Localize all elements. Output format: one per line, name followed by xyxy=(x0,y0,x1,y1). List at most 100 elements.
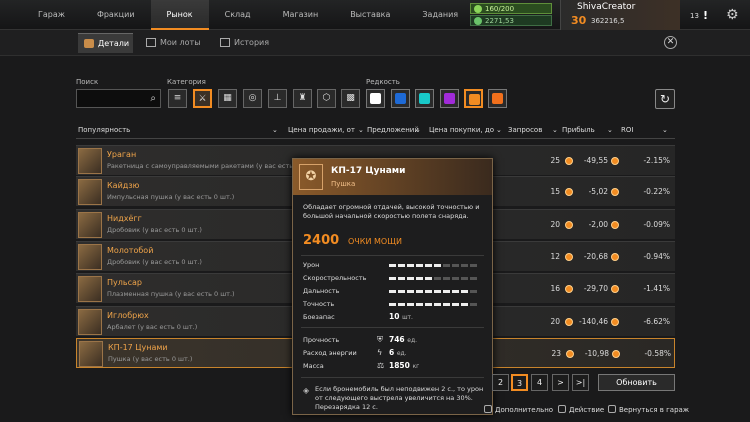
category-decor[interactable]: ♜ xyxy=(293,89,312,108)
sort-profit-icon[interactable]: ⌄ xyxy=(607,126,613,134)
coin-icon xyxy=(474,17,482,25)
item-roi: -2.15% xyxy=(643,156,670,165)
stat-segment xyxy=(434,303,441,306)
stat-segment xyxy=(398,264,405,267)
sort-popularity-icon[interactable]: ⌄ xyxy=(272,126,278,134)
category-modules[interactable]: ⊥ xyxy=(268,89,287,108)
nav-market[interactable]: Рынок xyxy=(150,0,209,30)
category-all[interactable]: ≡ xyxy=(168,89,187,108)
update-button[interactable]: Обновить xyxy=(598,374,675,391)
stat-segment xyxy=(398,290,405,293)
fuel-icon xyxy=(474,5,482,13)
stat-segment xyxy=(416,290,423,293)
tab-details[interactable]: Детали xyxy=(78,33,133,53)
nav-storage[interactable]: Склад xyxy=(209,0,267,30)
footer-more[interactable]: Дополнительно xyxy=(484,405,553,414)
rarity-epic[interactable] xyxy=(440,89,459,108)
col-sell-price[interactable]: Цена продажи, от xyxy=(288,126,355,134)
search-icon[interactable]: ⌕ xyxy=(150,93,156,104)
stat-segment xyxy=(389,277,396,280)
stat-range-label: Дальность xyxy=(303,287,340,295)
item-thumbnail xyxy=(78,179,102,205)
page-button-current[interactable]: 3 xyxy=(511,374,528,391)
power-label: ОЧКИ МОЩИ xyxy=(348,237,402,246)
stat-firerate-bar xyxy=(389,277,477,281)
category-cabins[interactable]: ▦ xyxy=(218,89,237,108)
stat-segment xyxy=(425,290,432,293)
item-profit: -2,00 xyxy=(588,220,608,229)
item-desc: Ракетница с самоуправляемыми ракетами (у… xyxy=(107,162,316,170)
sort-roi-icon[interactable]: ⌄ xyxy=(662,126,668,134)
rarity-swatch-epic xyxy=(444,93,455,104)
item-roi: -6.62% xyxy=(643,317,670,326)
gear-icon[interactable]: ⚙ xyxy=(726,7,739,23)
nav-shop[interactable]: Магазин xyxy=(267,0,335,30)
col-buy-price[interactable]: Цена покупки, до xyxy=(429,126,494,134)
nav-factions[interactable]: Фракции xyxy=(81,0,151,30)
item-requests: 25 xyxy=(550,156,560,165)
item-name: Нидхёгг xyxy=(107,214,142,223)
col-profit[interactable]: Прибыль xyxy=(562,126,595,134)
col-requests[interactable]: Запросов xyxy=(508,126,542,134)
rarity-legendary[interactable] xyxy=(464,89,483,108)
coin-icon xyxy=(612,350,620,358)
item-thumbnail xyxy=(79,341,103,367)
stat-segment xyxy=(398,303,405,306)
item-profit: -10,98 xyxy=(584,349,609,358)
category-weapons[interactable]: ⚔ xyxy=(193,89,212,108)
nav-garage[interactable]: Гараж xyxy=(22,0,81,30)
nav-exhibition[interactable]: Выставка xyxy=(334,0,406,30)
col-roi[interactable]: ROI xyxy=(621,126,633,134)
stat-segment xyxy=(461,303,468,306)
player-level: 30 xyxy=(571,14,587,27)
next-page-button[interactable]: > xyxy=(552,374,569,391)
stat-damage-label: Урон xyxy=(303,261,320,269)
col-popularity[interactable]: Популярность xyxy=(78,126,130,134)
tab-my-lots[interactable]: Мои лоты xyxy=(140,33,220,53)
col-offers[interactable]: Предложений xyxy=(367,126,419,134)
footer-action[interactable]: Действие xyxy=(558,405,604,414)
sort-buy-icon[interactable]: ⌄ xyxy=(496,126,502,134)
page-button[interactable]: 2 xyxy=(492,374,509,391)
footer-back[interactable]: Вернуться в гараж xyxy=(608,405,689,414)
history-icon xyxy=(220,38,230,47)
stat-segment xyxy=(389,264,396,267)
category-structure[interactable]: ⬡ xyxy=(317,89,336,108)
footer-back-label: Вернуться в гараж xyxy=(619,406,690,414)
alert-icon[interactable]: ! xyxy=(703,9,710,23)
search-input[interactable]: ⌕ xyxy=(76,89,161,108)
sort-offers-icon[interactable]: ⌄ xyxy=(415,126,421,134)
sort-requests-icon[interactable]: ⌄ xyxy=(552,126,558,134)
item-profit: -140,46 xyxy=(579,317,608,326)
category-other[interactable]: ▩ xyxy=(341,89,360,108)
rarity-common[interactable] xyxy=(366,89,385,108)
stat-segment xyxy=(425,303,432,306)
tooltip-subtitle: Пушка xyxy=(331,180,356,188)
page-button[interactable]: 4 xyxy=(531,374,548,391)
last-page-button[interactable]: >| xyxy=(572,374,589,391)
refresh-icon[interactable]: ↻ xyxy=(655,89,675,109)
rarity-relic[interactable] xyxy=(488,89,507,108)
item-desc: Плазменная пушка (у вас есть 0 шт.) xyxy=(107,290,235,298)
close-icon[interactable]: ✕ xyxy=(664,36,677,49)
tab-history[interactable]: История xyxy=(214,33,284,53)
player-xp: 362216,5 xyxy=(591,17,625,25)
rarity-rare[interactable] xyxy=(391,89,410,108)
perk-description: Если бронемобиль был неподвижен 2 с., то… xyxy=(315,385,484,411)
item-desc: Дробовик (у вас есть 0 шт.) xyxy=(107,258,202,266)
category-label: Категория xyxy=(167,78,206,86)
key-hint-icon xyxy=(484,405,492,413)
divider xyxy=(301,327,484,328)
stat-damage-bar xyxy=(389,264,477,268)
item-name: Ураган xyxy=(107,150,137,159)
sort-sell-icon[interactable]: ⌄ xyxy=(358,126,364,134)
stat-segment xyxy=(407,290,414,293)
profile-panel[interactable]: ShivaCreator 30 362216,5 xyxy=(560,0,680,30)
item-requests: 16 xyxy=(550,284,560,293)
ammo-number: 10 xyxy=(389,312,400,321)
stat-segment xyxy=(425,277,432,280)
category-wheels[interactable]: ◎ xyxy=(243,89,262,108)
rarity-special[interactable] xyxy=(415,89,434,108)
stat-segment xyxy=(452,303,459,306)
coin-counter: 2271,53 xyxy=(470,15,552,26)
